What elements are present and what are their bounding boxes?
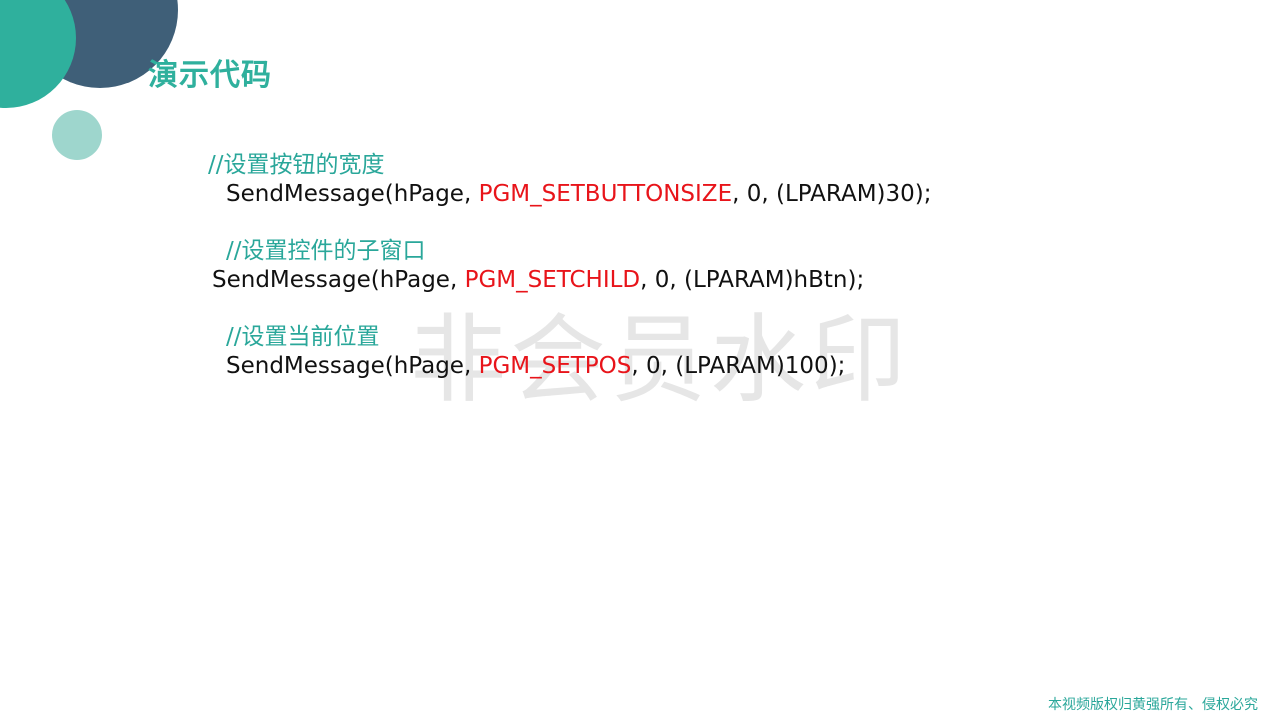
code-line-3: SendMessage(hPage, PGM_SETPOS, 0, (LPARA… (226, 351, 845, 381)
slide-title: 演示代码 (148, 58, 272, 93)
decorative-circle-small (52, 110, 102, 160)
code-constant-1: PGM_SETBUTTONSIZE (478, 181, 733, 207)
slide: 演示代码 非会员水印 //设置按钮的宽度 SendMessage(hPage, … (0, 0, 1280, 720)
code-call-suffix-3: , 0, (LPARAM)100); (631, 353, 846, 379)
code-constant-2: PGM_SETCHILD (464, 267, 641, 293)
code-constant-3: PGM_SETPOS (478, 353, 632, 379)
code-call-suffix-1: , 0, (LPARAM)30); (732, 181, 932, 207)
code-call-prefix-3: SendMessage(hPage, (226, 353, 479, 379)
code-line-2: SendMessage(hPage, PGM_SETCHILD, 0, (LPA… (212, 265, 864, 295)
code-comment-3: //设置当前位置 (226, 324, 380, 350)
code-line-1: SendMessage(hPage, PGM_SETBUTTONSIZE, 0,… (226, 179, 932, 209)
code-comment-1: //设置按钮的宽度 (208, 152, 385, 178)
code-call-prefix-2: SendMessage(hPage, (212, 267, 465, 293)
code-comment-2: //设置控件的子窗口 (226, 238, 426, 264)
code-call-suffix-2: , 0, (LPARAM)hBtn); (640, 267, 865, 293)
decorative-circle-teal (0, 0, 76, 108)
copyright-footer: 本视频版权归黄强所有、侵权必究 (1048, 697, 1258, 713)
code-call-prefix-1: SendMessage(hPage, (226, 181, 479, 207)
